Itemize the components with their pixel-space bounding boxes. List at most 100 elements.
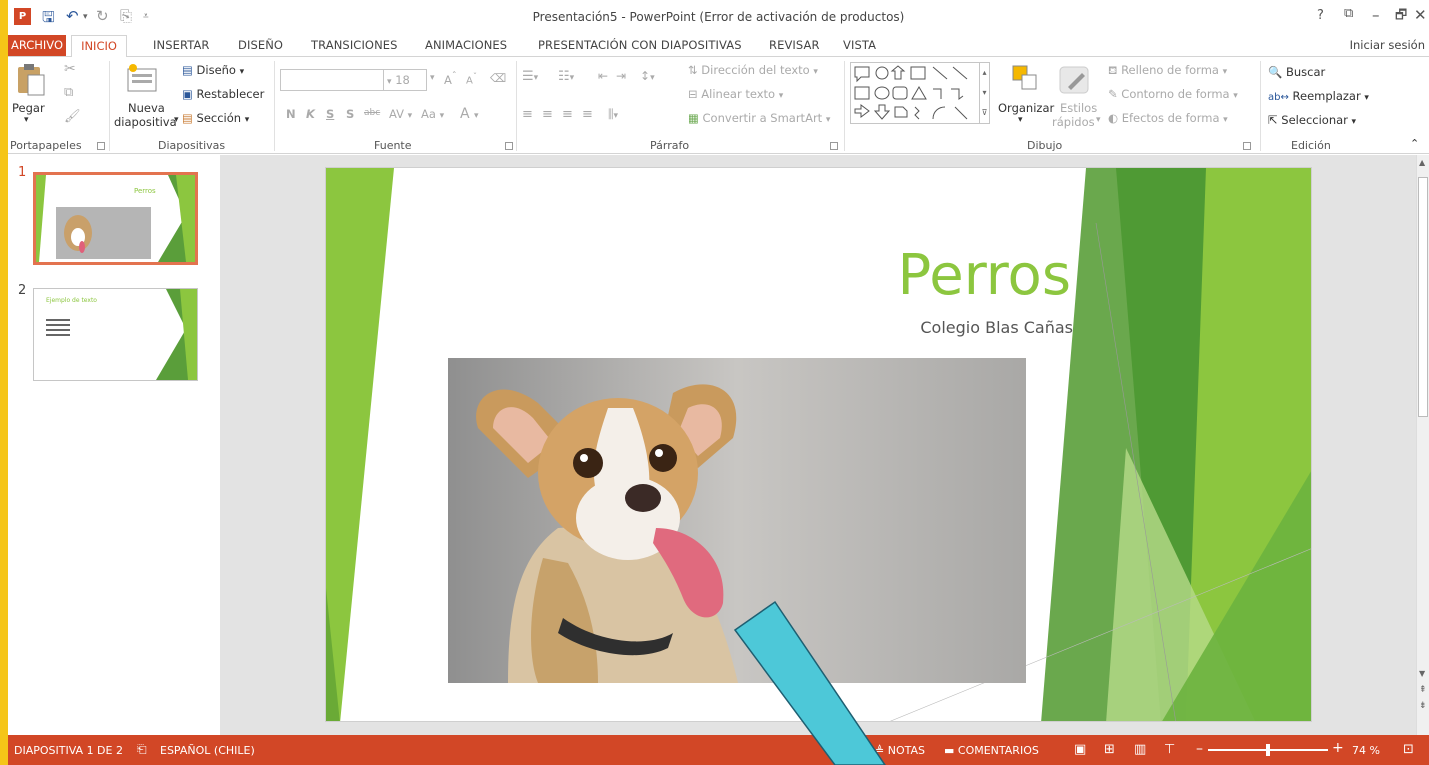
select-label: Seleccionar: [1281, 113, 1348, 127]
vertical-scrollbar[interactable]: ▲ ▼ ⇞ ⇟: [1416, 155, 1429, 735]
next-slide-icon[interactable]: ⇟: [1419, 701, 1427, 711]
tab-slideshow[interactable]: PRESENTACIÓN CON DIAPOSITIVAS: [538, 38, 742, 52]
help-icon[interactable]: ?: [1317, 8, 1324, 23]
zoom-in-icon[interactable]: +: [1332, 740, 1344, 756]
replace-button[interactable]: ab↔ Reemplazar ▾: [1268, 89, 1369, 103]
tab-review[interactable]: REVISAR: [769, 38, 820, 52]
layout-button[interactable]: ▤ Diseño ▾: [182, 63, 244, 77]
shrink-font-icon[interactable]: Aˇ: [466, 71, 477, 86]
slide-thumbnail-1[interactable]: Perros: [33, 172, 198, 265]
increase-indent-icon[interactable]: ⇥: [616, 69, 626, 83]
shape-effects-button[interactable]: ◐ Efectos de forma ▾: [1108, 111, 1228, 125]
fit-slide-icon[interactable]: ⊡: [1403, 742, 1414, 757]
shapes-gallery[interactable]: ▴ ▾ ⊽: [850, 62, 990, 124]
tab-view[interactable]: VISTA: [843, 38, 876, 52]
collapse-ribbon-icon[interactable]: ⌃: [1410, 137, 1419, 150]
font-color-button[interactable]: A ▾: [460, 106, 479, 122]
shape-fill-button[interactable]: ⛾ Relleno de forma ▾: [1108, 63, 1227, 79]
group-separator: [109, 61, 110, 151]
shapes-scroll[interactable]: ▴ ▾ ⊽: [979, 63, 989, 123]
notes-button[interactable]: ≜ NOTAS: [875, 744, 925, 757]
notes-label: NOTAS: [887, 744, 925, 757]
arrange-button[interactable]: Organizar ▾: [998, 61, 1054, 133]
restore-icon[interactable]: 🗗: [1395, 6, 1407, 28]
text-direction-button[interactable]: ⇅ Dirección del texto ▾: [688, 63, 818, 77]
tab-transitions[interactable]: TRANSICIONES: [311, 38, 398, 52]
dog-photo[interactable]: [448, 358, 1026, 683]
bullets-icon[interactable]: ☰▾: [522, 69, 538, 84]
scroll-up-icon[interactable]: ▲: [1419, 158, 1425, 167]
tab-animations[interactable]: ANIMACIONES: [425, 38, 507, 52]
slide-title[interactable]: Perros: [846, 243, 1072, 308]
minimize-icon[interactable]: –: [1372, 6, 1380, 24]
strikethrough-button[interactable]: abc: [364, 108, 380, 118]
zoom-slider[interactable]: [1208, 744, 1328, 756]
copy-icon[interactable]: ⧉: [64, 85, 73, 100]
drawing-launcher-icon[interactable]: [1243, 142, 1251, 150]
slide-thumbnails-pane: 1 Perros 2 Ejemplo de texto: [8, 155, 220, 735]
zoom-slider-thumb[interactable]: [1266, 744, 1270, 756]
paragraph-launcher-icon[interactable]: [830, 142, 838, 150]
clear-formatting-icon[interactable]: ⌫: [490, 71, 506, 85]
slide-subtitle[interactable]: Colegio Blas Cañas: [826, 318, 1073, 337]
cut-icon[interactable]: ✂: [64, 61, 76, 77]
slideshow-view-icon[interactable]: ⊤: [1164, 742, 1175, 757]
current-slide[interactable]: Perros Colegio Blas Cañas: [325, 167, 1312, 722]
shadow-button[interactable]: S: [346, 107, 354, 121]
zoom-level[interactable]: 74 %: [1352, 744, 1380, 757]
italic-button[interactable]: K: [306, 107, 315, 121]
ribbon-display-icon[interactable]: ⧉: [1344, 6, 1353, 21]
slide-thumbnail-2[interactable]: Ejemplo de texto: [33, 288, 198, 381]
underline-button[interactable]: S: [326, 107, 334, 121]
align-left-icon[interactable]: ≡: [522, 107, 533, 122]
reset-button[interactable]: ▣ Restablecer: [182, 87, 264, 101]
zoom-out-icon[interactable]: –: [1196, 741, 1203, 757]
reading-view-icon[interactable]: ▥: [1134, 742, 1146, 757]
font-name-combo[interactable]: [280, 69, 384, 91]
new-slide-button[interactable]: Nueva diapositiva ▾: [114, 61, 179, 133]
find-button[interactable]: 🔍 Buscar: [1268, 65, 1325, 79]
close-icon[interactable]: ✕: [1414, 6, 1427, 24]
bold-button[interactable]: N: [286, 107, 296, 121]
quick-styles-button[interactable]: Estilos rápidos ▾: [1052, 61, 1101, 133]
section-button[interactable]: ▤ Sección ▾: [182, 111, 249, 125]
comments-button[interactable]: ▬ COMENTARIOS: [944, 744, 1039, 757]
tab-design[interactable]: DISEÑO: [238, 38, 283, 52]
ribbon-tabs: ARCHIVO INICIO INSERTAR DISEÑO TRANSICIO…: [8, 35, 1429, 57]
columns-icon[interactable]: ⫼▾: [608, 107, 618, 122]
font-size-dropdown-icon[interactable]: ▾: [430, 73, 435, 83]
thumbnail-1-title: Perros: [134, 187, 156, 195]
line-spacing-icon[interactable]: ↕▾: [640, 69, 655, 83]
tab-file[interactable]: ARCHIVO: [8, 35, 66, 56]
grow-font-icon[interactable]: Aˆ: [444, 71, 457, 87]
align-right-icon[interactable]: ≡: [562, 107, 573, 122]
numbering-icon[interactable]: ☷▾: [558, 69, 574, 84]
justify-icon[interactable]: ≡: [582, 107, 593, 122]
align-text-button[interactable]: ⊟ Alinear texto ▾: [688, 87, 783, 101]
shape-outline-button[interactable]: ✎ Contorno de forma ▾: [1108, 87, 1238, 101]
powerpoint-window: P 🖫 ↶ ▾ ↻ ⎘ ⩡ Presentación5 - PowerPoint…: [8, 0, 1429, 765]
scroll-thumb[interactable]: [1418, 177, 1428, 417]
previous-slide-icon[interactable]: ⇞: [1419, 685, 1427, 695]
tab-insert[interactable]: INSERTAR: [153, 38, 210, 52]
normal-view-icon[interactable]: ▣: [1074, 742, 1086, 757]
clipboard-launcher-icon[interactable]: [97, 142, 105, 150]
character-spacing-button[interactable]: AV ▾: [389, 107, 412, 121]
format-painter-icon[interactable]: 🖌: [64, 109, 81, 124]
paste-button[interactable]: Pegar ▾: [10, 61, 50, 133]
align-center-icon[interactable]: ≡: [542, 107, 553, 122]
convert-smartart-button[interactable]: ▦ Convertir a SmartArt ▾: [688, 111, 830, 125]
language-indicator[interactable]: ESPAÑOL (CHILE): [160, 744, 255, 757]
group-separator: [844, 61, 845, 151]
decrease-indent-icon[interactable]: ⇤: [598, 69, 608, 83]
slide-sorter-icon[interactable]: ⊞: [1104, 742, 1115, 757]
spelling-icon[interactable]: ⎗: [137, 742, 147, 757]
sign-in-link[interactable]: Iniciar sesión: [1350, 38, 1425, 52]
thumbnail-number: 2: [18, 283, 27, 298]
font-size-combo[interactable]: ▾ 18: [383, 69, 427, 91]
scroll-down-icon[interactable]: ▼: [1419, 669, 1425, 678]
select-button[interactable]: ⇱ Seleccionar ▾: [1268, 113, 1356, 127]
font-launcher-icon[interactable]: [505, 142, 513, 150]
change-case-button[interactable]: Aa ▾: [421, 107, 444, 121]
tab-home[interactable]: INICIO: [71, 35, 127, 57]
